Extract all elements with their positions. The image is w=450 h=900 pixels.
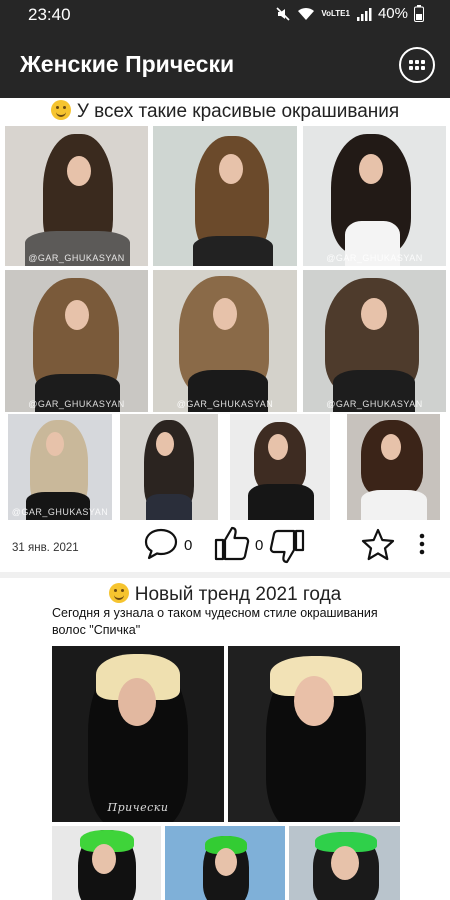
hairstyle-photo[interactable]: @GAR_GHUKASYAN [8, 414, 112, 520]
mute-icon [276, 6, 290, 21]
grid-menu-icon [409, 60, 425, 70]
grinning-face-icon [108, 583, 129, 603]
photo-watermark: @GAR_GHUKASYAN [28, 253, 125, 263]
post-title-text: Новый тренд 2021 года [134, 584, 342, 605]
more-options-icon[interactable] [418, 533, 426, 555]
photo-watermark: Прически [107, 801, 169, 814]
hairstyle-photo[interactable] [165, 826, 285, 900]
hairstyle-photo[interactable] [153, 126, 297, 266]
hairstyle-photo[interactable]: @GAR_GHUKASYAN [5, 270, 148, 412]
hairstyle-photo[interactable] [52, 826, 161, 900]
post-action-bar: 31 янв. 2021 0 0 [0, 522, 450, 572]
thumbs-up-icon[interactable] [213, 524, 251, 562]
photo-watermark: @GAR_GHUKASYAN [326, 253, 423, 263]
hairstyle-photo[interactable] [347, 414, 440, 520]
hairstyle-photo[interactable]: @GAR_GHUKASYAN [303, 270, 446, 412]
battery-icon [414, 5, 424, 22]
app-bar: Женские Прически [0, 30, 450, 98]
post-title: У всех такие красивые окрашивания [0, 100, 450, 123]
photo-watermark: @GAR_GHUKASYAN [11, 507, 109, 517]
wifi-icon [298, 7, 315, 20]
hairstyle-photo[interactable] [289, 826, 400, 900]
post-text: Сегодня я узнала о таком чудесном стиле … [52, 606, 378, 637]
hairstyle-photo[interactable]: @GAR_GHUKASYAN [153, 270, 297, 412]
post-title: Новый тренд 2021 года [0, 583, 450, 606]
thumbs-down-icon[interactable] [268, 528, 306, 566]
hairstyle-photo[interactable]: @GAR_GHUKASYAN [303, 126, 446, 266]
hairstyle-photo[interactable] [230, 414, 330, 520]
battery-percent: 40% [377, 5, 408, 22]
photo-watermark: @GAR_GHUKASYAN [326, 399, 423, 409]
grid-menu-button[interactable] [399, 47, 435, 83]
photo-watermark: @GAR_GHUKASYAN [28, 399, 125, 409]
signal-icon [356, 7, 372, 21]
photo-watermark: @GAR_GHUKASYAN [176, 399, 274, 409]
status-icons: VoLTE1 40% [275, 5, 424, 22]
comments-count: 0 [184, 537, 193, 554]
post-title-text: У всех такие красивые окрашивания [76, 101, 400, 122]
hairstyle-photo[interactable]: @GAR_GHUKASYAN [5, 126, 148, 266]
comment-icon[interactable] [143, 526, 179, 562]
post-divider [0, 572, 450, 578]
likes-count: 0 [255, 537, 264, 554]
status-time: 23:40 [28, 5, 71, 24]
smiling-face-icon [50, 100, 71, 120]
status-bar: 23:40 VoLTE1 40% [0, 0, 450, 30]
post-date: 31 янв. 2021 [12, 542, 79, 554]
hairstyle-photo[interactable]: Прически [52, 646, 224, 822]
app-title: Женские Прически [20, 51, 235, 77]
hairstyle-photo[interactable] [228, 646, 400, 822]
star-icon[interactable] [360, 527, 396, 563]
hairstyle-photo[interactable] [120, 414, 218, 520]
network-type-label: VoLTE1 [321, 8, 350, 18]
